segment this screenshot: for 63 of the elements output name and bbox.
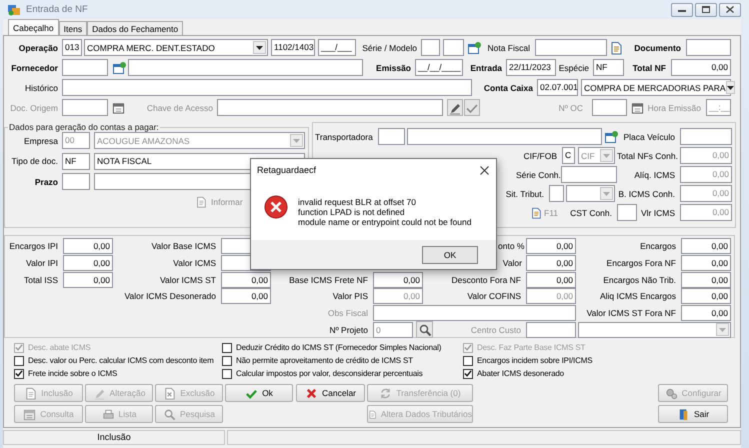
field-label: Alíq. ICMS [633,170,676,180]
field-label: Histórico [24,82,59,92]
field-label: CIF/FOB [522,150,558,160]
window-title: Entrada de NF [26,4,88,15]
checkbox-label: Desc. Faz Parte Base ICMS ST [477,343,586,352]
checkbox-label: Não permite aproveitamento de crédito de ICMS ST [236,356,413,365]
field-label: Conta Caixa [482,82,534,92]
field-label: Transportadora [315,132,373,142]
field-label: Encargos IPI [8,241,59,251]
field-label: Base ICMS Frete NF [288,274,369,285]
field-label: Total NF [632,62,667,72]
field-label: Valor ICMS [172,258,217,268]
field-label: Aliq ICMS Encargos [598,291,677,302]
field-label: Documento [633,42,682,52]
group-title: Dados para geração do contas a pagar: [8,122,160,132]
checkbox-label: Desc. valor ou Perc. calcular ICMS com desconto item [28,356,214,365]
field-label: Nº OC [558,102,584,112]
field-label: Entrada [469,62,503,72]
field-label: F11 [544,208,560,218]
checkbox-label: Frete incide sobre o ICMS [28,369,118,378]
field-label: Obs Fiscal [326,308,369,318]
field-label: Série Conh. [516,170,558,180]
checkbox-label: Encargos incidem sobre IPI/ICMS [477,356,592,365]
field-label: Doc. Origem [9,102,59,112]
field-label: B. ICMS Conh. [617,188,676,198]
field-label: Valor ICMS ST Fora NF [586,308,677,318]
field-label: Encargos Fora NF [606,258,677,268]
field-label: Valor Base ICMS [150,241,217,251]
field-label: Tipo de doc. [10,156,59,166]
field-label: Nº Projeto [328,324,369,335]
field-label: Série / Modelo [361,42,418,52]
status-text: Inclusão [3,430,225,445]
field-label: Prazo [34,176,59,186]
field-label: Centro Custo [470,324,522,335]
field-label: Valor [502,258,523,268]
field-label: Total NFs Conh. [617,150,677,160]
field-label: Espécie [558,62,590,72]
error-message: invalid request BLR at offset 70 function LPAD is not defined module name or entrypoint could not be found [298,197,472,227]
field-label: Emissão [375,62,412,72]
checkbox-label: Deduzir Crédito do ICMS ST (Fornecedor Simples Nacional) [236,343,442,352]
field-label: Total ISS [22,274,59,285]
field-label: Valor PIS [332,291,369,302]
field-label: Desconto Fora NF [450,274,522,285]
field-label: Encargos [639,241,677,251]
field-label: Empresa [22,136,59,146]
field-label: Valor ICMS Desonerado [124,291,217,302]
checkbox-label: Calcular impostos por valor, desconsiderar percentuais [236,369,423,378]
field-label: Vlr ICMS [640,208,676,218]
checkbox-label: Abater ICMS desonerado [477,369,564,378]
field-label: onto % [498,241,524,251]
field-label: Valor ICMS ST [158,274,217,285]
field-label: Fornecedor [10,62,59,72]
field-label: Encargos Não Trib. [602,274,677,285]
field-label: Hora Emissão [646,102,702,112]
field-label: Valor COFINS [466,291,522,302]
field-label: Chave de Acesso [146,102,214,112]
field-label: CST Conh. [569,208,613,218]
field-label: Nota Fiscal [486,42,531,52]
field-label: Operação [18,42,59,52]
checkbox-label: Desc. abate ICMS [28,343,91,352]
field-label: Placa Veículo [622,132,676,142]
field-label: Sit. Tribut. [504,188,545,198]
field-label: Valor IPI [25,258,59,268]
